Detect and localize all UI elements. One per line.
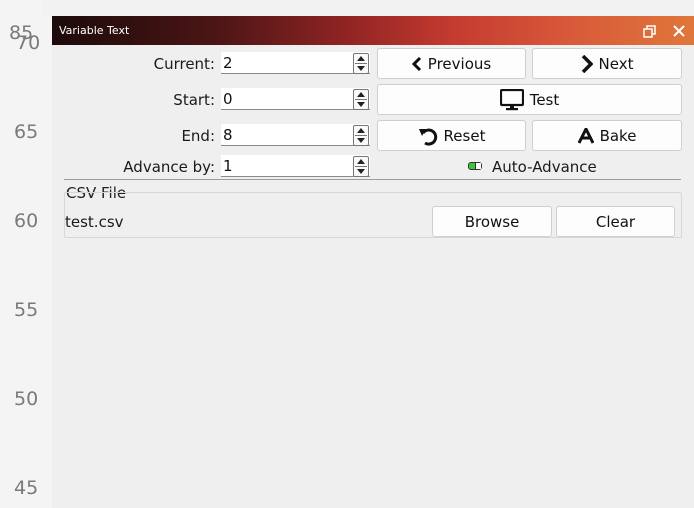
browse-button[interactable]: Browse	[432, 206, 552, 237]
variable-text-panel: Variable Text Current: 2 Previous Next S…	[52, 16, 694, 508]
csv-filename: test.csv	[65, 213, 124, 231]
start-spinbox[interactable]: 0	[221, 88, 370, 110]
advance-value: 1	[223, 157, 233, 175]
reset-button[interactable]: Reset	[377, 120, 526, 151]
ruler-label: 65	[14, 121, 39, 143]
reset-label: Reset	[443, 126, 486, 145]
current-value: 2	[223, 54, 233, 72]
end-value: 8	[223, 126, 233, 144]
previous-button[interactable]: Previous	[377, 48, 526, 79]
ruler-label: 70	[16, 32, 41, 54]
start-label: Start:	[173, 91, 215, 109]
previous-label: Previous	[427, 54, 492, 73]
down-arrow-icon[interactable]	[357, 138, 365, 143]
title-bar[interactable]: Variable Text	[52, 16, 694, 45]
ruler: 85 70 65 60 55 50 45	[0, 0, 42, 508]
up-arrow-icon[interactable]	[357, 92, 365, 97]
font-icon	[577, 127, 594, 144]
ruler-label: 55	[14, 299, 39, 321]
up-arrow-icon[interactable]	[357, 159, 365, 164]
float-window-button[interactable]	[638, 20, 660, 42]
up-arrow-icon[interactable]	[357, 56, 365, 61]
spin-arrows[interactable]	[353, 156, 369, 177]
chevron-left-icon	[411, 56, 421, 71]
up-arrow-icon[interactable]	[357, 128, 365, 133]
close-icon	[673, 25, 685, 37]
restore-icon	[642, 24, 656, 38]
spin-arrows[interactable]	[353, 89, 369, 110]
down-arrow-icon[interactable]	[357, 102, 365, 107]
divider	[64, 179, 681, 180]
close-window-button[interactable]	[668, 20, 690, 42]
bake-button[interactable]: Bake	[532, 120, 682, 151]
start-value: 0	[223, 90, 233, 108]
ruler-label: 50	[14, 388, 39, 410]
undo-icon	[418, 128, 437, 146]
browse-label: Browse	[464, 212, 520, 231]
window-title: Variable Text	[59, 24, 130, 37]
test-label: Test	[529, 90, 560, 109]
spin-arrows[interactable]	[353, 53, 369, 74]
next-button[interactable]: Next	[532, 48, 682, 79]
auto-advance-label[interactable]: Auto-Advance	[492, 158, 597, 176]
end-label: End:	[181, 127, 215, 145]
monitor-icon	[499, 88, 524, 110]
auto-advance-toggle-icon[interactable]	[468, 162, 482, 170]
spin-arrows[interactable]	[353, 125, 369, 146]
clear-button[interactable]: Clear	[556, 206, 675, 237]
ruler-label: 45	[14, 477, 39, 499]
chevron-right-icon	[581, 54, 593, 73]
test-button[interactable]: Test	[377, 84, 682, 115]
down-arrow-icon[interactable]	[357, 169, 365, 174]
end-spinbox[interactable]: 8	[221, 124, 370, 146]
clear-label: Clear	[595, 212, 636, 231]
advance-label: Advance by:	[123, 158, 215, 176]
bake-label: Bake	[599, 126, 637, 145]
next-label: Next	[598, 54, 634, 73]
ruler-label: 60	[14, 210, 39, 232]
current-label: Current:	[153, 55, 215, 73]
down-arrow-icon[interactable]	[357, 66, 365, 71]
advance-spinbox[interactable]: 1	[221, 155, 370, 177]
current-spinbox[interactable]: 2	[221, 52, 370, 74]
top-strip	[42, 0, 694, 16]
